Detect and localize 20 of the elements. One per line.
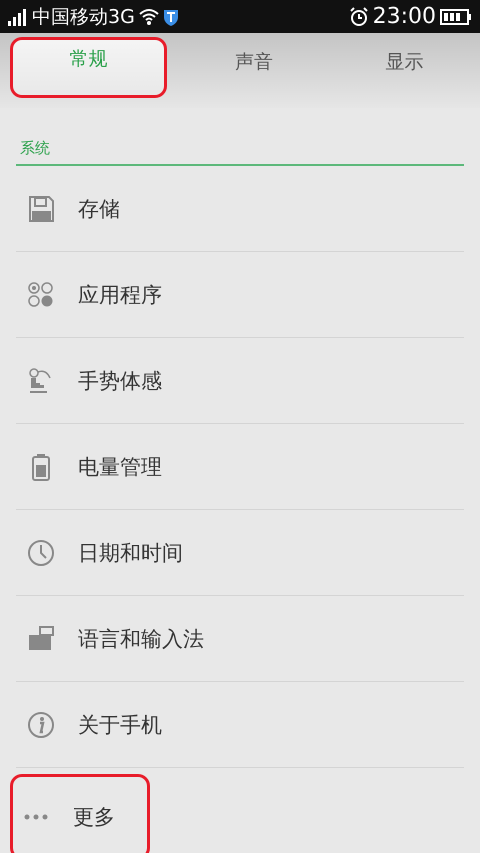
clock-icon — [26, 538, 56, 568]
carrier-name: 中国移动3G — [32, 4, 135, 30]
section-title: 系统 — [20, 139, 50, 157]
settings-item[interactable]: 存储 — [16, 166, 464, 252]
tab[interactable]: 声音 — [178, 33, 330, 108]
signal-icon — [8, 8, 28, 26]
settings-item[interactable]: 电量管理 — [16, 424, 464, 510]
info-icon — [26, 710, 56, 740]
settings-item[interactable]: 手势体感 — [16, 338, 464, 424]
wifi-icon — [138, 8, 159, 26]
settings-item[interactable]: 语言和输入法 — [16, 596, 464, 682]
tab[interactable]: 显示 — [329, 33, 480, 108]
settings-item[interactable]: 关于手机 — [16, 682, 464, 768]
settings-item[interactable]: 应用程序 — [16, 252, 464, 338]
battery-icon — [440, 8, 472, 26]
settings-item[interactable]: 日期和时间 — [16, 510, 464, 596]
alarm-clock-icon — [348, 6, 369, 26]
shield-icon — [162, 8, 179, 26]
highlighted-settings-item[interactable]: 更多 — [10, 774, 150, 853]
clock-time: 23:00 — [372, 4, 436, 29]
